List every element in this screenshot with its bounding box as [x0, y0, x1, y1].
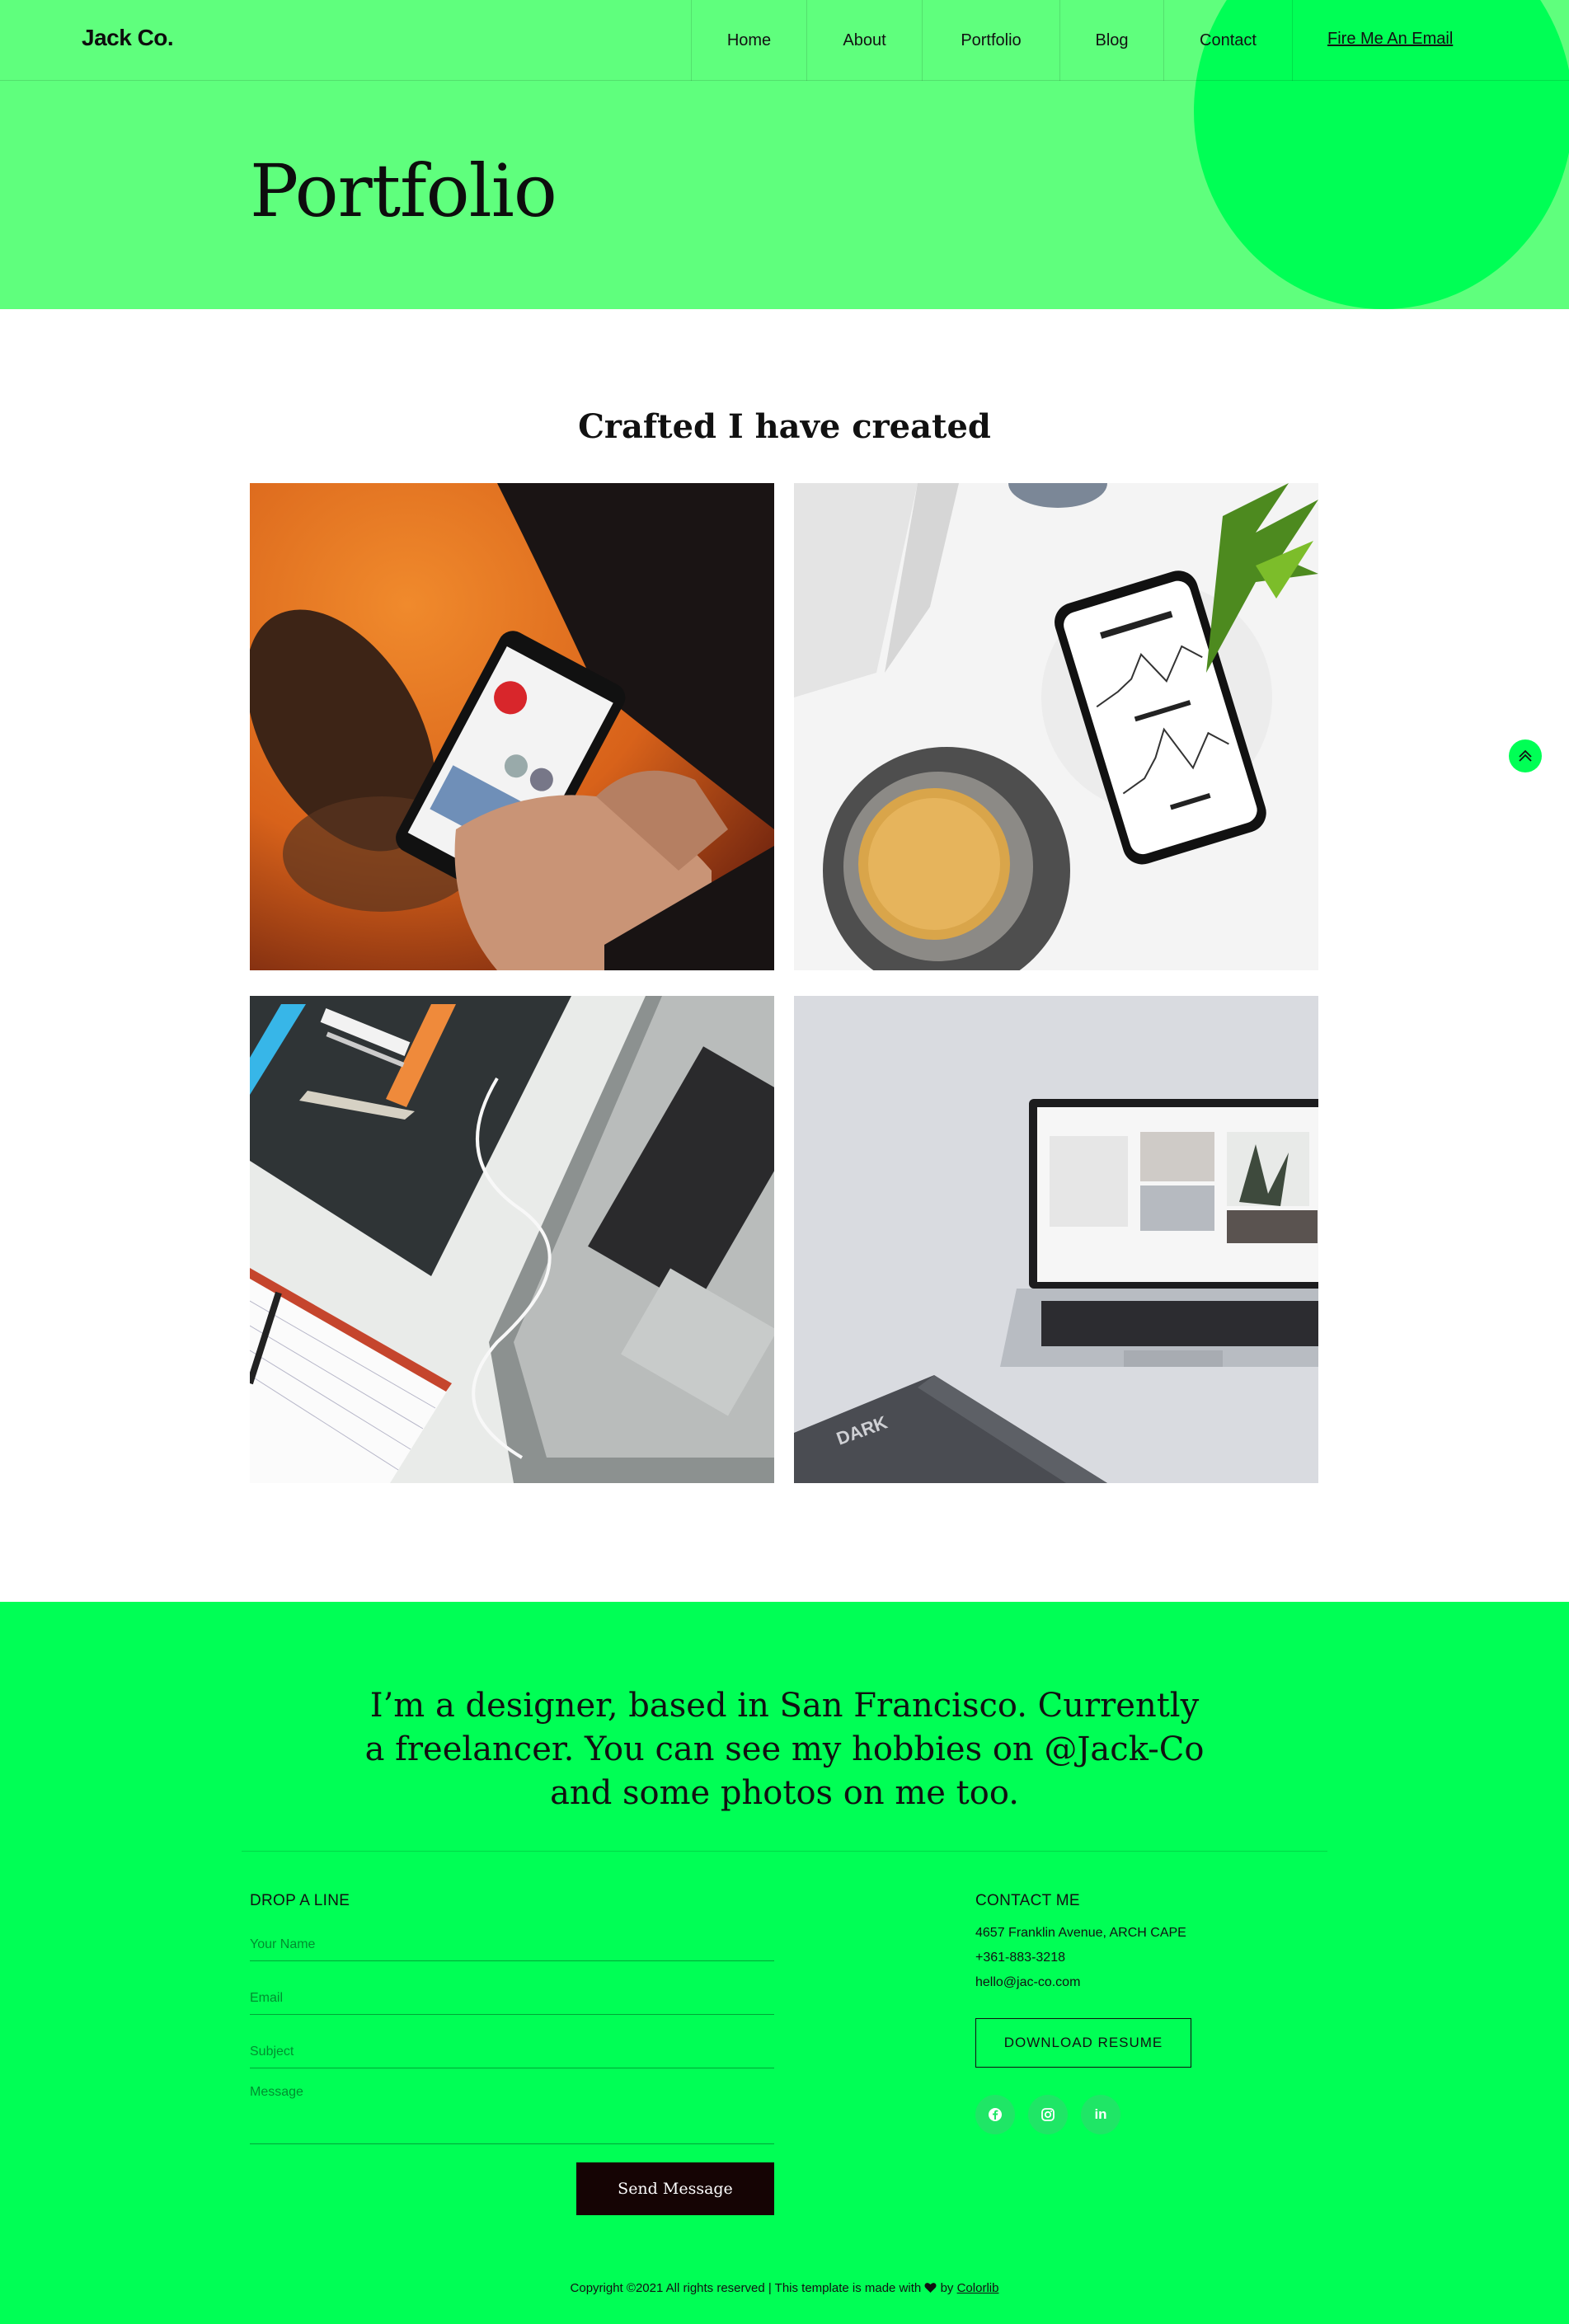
brand-logo[interactable]: Jack Co.	[82, 25, 174, 51]
download-resume-button[interactable]: DOWNLOAD RESUME	[975, 2018, 1191, 2068]
contact-email[interactable]: hello@jac-co.com	[975, 1975, 1080, 1990]
intro-line: a freelancer. You can see my hobbies on …	[364, 1730, 1205, 1768]
nav-portfolio[interactable]: Portfolio	[922, 0, 1059, 81]
nav-home[interactable]: Home	[691, 0, 806, 81]
colorlib-link[interactable]: Colorlib	[957, 2281, 999, 2295]
subject-field-wrapper	[250, 2035, 774, 2068]
footer-intro-text: I’m a designer, based in San Francisco. …	[363, 1684, 1206, 1815]
copyright-prefix: Copyright ©2021 All rights reserved | Th…	[570, 2281, 922, 2295]
phone-coffee-photo	[794, 483, 1318, 970]
email-input[interactable]	[250, 1982, 774, 2014]
drop-a-line-title: DROP A LINE	[250, 1892, 350, 1909]
nav-about[interactable]: About	[806, 0, 922, 81]
linkedin-icon: in	[1094, 2106, 1107, 2122]
book-laptop-photo	[250, 996, 774, 1483]
main-nav: Home About Portfolio Blog Contact	[691, 0, 1293, 81]
facebook-icon	[989, 2108, 1002, 2121]
facebook-link[interactable]	[975, 2095, 1015, 2134]
intro-line: and some photos on me too.	[550, 1774, 1019, 1812]
heart-icon	[924, 2282, 937, 2297]
linkedin-link[interactable]: in	[1081, 2095, 1120, 2134]
copyright-text: Copyright ©2021 All rights reserved | Th…	[0, 2281, 1569, 2297]
portfolio-item-book-laptop[interactable]	[250, 996, 774, 1483]
message-field-wrapper	[250, 2085, 774, 2144]
portfolio-heading: Crafted I have created	[578, 407, 991, 446]
laptop-desk-photo: DARK	[794, 996, 1318, 1483]
subject-input[interactable]	[250, 2035, 774, 2068]
copyright-by: by	[940, 2281, 954, 2295]
nav-blog[interactable]: Blog	[1059, 0, 1163, 81]
navbar: Jack Co. Home About Portfolio Blog Conta…	[0, 0, 1569, 81]
portfolio-item-laptop-desk[interactable]: DARK	[794, 996, 1318, 1483]
intro-line: I’m a designer, based in San Francisco. …	[369, 1687, 1200, 1725]
page-title: Portfolio	[250, 148, 557, 233]
email-field-wrapper	[250, 1982, 774, 2015]
portfolio-item-phone-in-hands[interactable]	[250, 483, 774, 970]
fire-email-link[interactable]: Fire Me An Email	[1327, 30, 1453, 49]
contact-address: 4657 Franklin Avenue, ARCH CAPE	[975, 1926, 1186, 1940]
portfolio-item-phone-coffee[interactable]	[794, 483, 1318, 970]
chevron-up-icon	[1519, 749, 1532, 762]
back-to-top-button[interactable]	[1509, 739, 1542, 772]
nav-contact[interactable]: Contact	[1163, 0, 1293, 81]
hero-section: Jack Co. Home About Portfolio Blog Conta…	[0, 0, 1569, 309]
send-message-button[interactable]: Send Message	[576, 2162, 774, 2215]
contact-phone[interactable]: +361-883-3218	[975, 1951, 1065, 1965]
contact-me-title: CONTACT ME	[975, 1892, 1080, 1909]
instagram-link[interactable]	[1028, 2095, 1068, 2134]
name-input[interactable]	[250, 1928, 774, 1960]
phone-in-hands-photo	[250, 483, 774, 970]
footer-divider	[242, 1851, 1327, 1852]
instagram-icon	[1041, 2108, 1055, 2121]
footer: I’m a designer, based in San Francisco. …	[0, 1602, 1569, 2324]
name-field-wrapper	[250, 1928, 774, 1961]
message-textarea[interactable]	[250, 2085, 774, 2143]
